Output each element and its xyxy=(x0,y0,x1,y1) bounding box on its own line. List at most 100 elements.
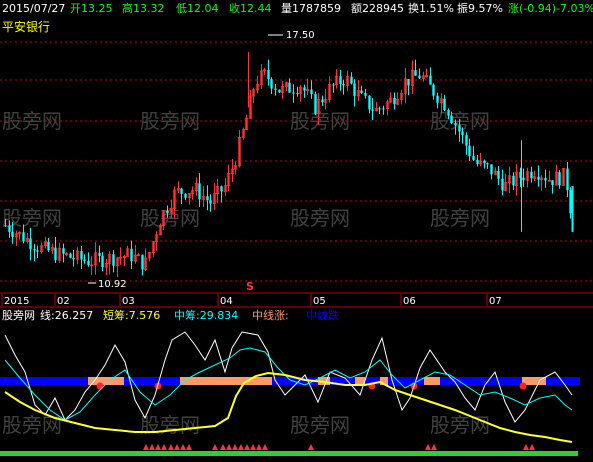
candle-body xyxy=(432,84,435,96)
signal-triangle xyxy=(186,444,192,450)
status-bar xyxy=(0,377,580,385)
candle-body xyxy=(551,180,554,186)
candle-body xyxy=(447,110,450,116)
signal-triangle xyxy=(155,444,161,450)
stock-chart-canvas[interactable]: 2015/07/27 开13.25 高13.32 低12.04 收12.44 量… xyxy=(0,0,593,462)
status-bar-segment xyxy=(424,377,440,385)
candle-body xyxy=(429,75,432,85)
header-close: 收12.44 xyxy=(229,1,272,15)
watermark-text: 股旁网 xyxy=(430,413,490,437)
time-label: 03 xyxy=(122,296,135,307)
signal-triangle xyxy=(149,444,155,450)
candle-body xyxy=(69,253,72,258)
watermark-text: 股旁网 xyxy=(2,206,62,230)
indicator-name: 股旁网 xyxy=(2,308,35,322)
candle-body xyxy=(8,225,11,232)
signal-triangle xyxy=(161,444,167,450)
watermark-text: 股旁网 xyxy=(290,413,350,437)
baseline-bar xyxy=(0,451,578,456)
candle-body xyxy=(461,131,464,136)
candle-body xyxy=(522,177,525,181)
candle-body xyxy=(314,94,317,114)
candle-body xyxy=(497,171,500,179)
candle-body xyxy=(22,232,25,242)
watermark-text: 股旁网 xyxy=(140,109,200,133)
header-row: 2015/07/27 开13.25 高13.32 低12.04 收12.44 量… xyxy=(2,1,593,15)
candle-body xyxy=(569,190,572,214)
candle-body xyxy=(80,251,83,260)
candle-body xyxy=(342,84,345,86)
annotation-high: 17.50 xyxy=(268,30,315,41)
header-open: 开13.25 xyxy=(70,2,113,15)
candle-body xyxy=(209,200,212,204)
candle-body xyxy=(206,196,209,201)
header-amount: 额228945 xyxy=(351,2,404,15)
time-label: 06 xyxy=(403,296,416,307)
candle-body xyxy=(332,84,335,86)
candle-body xyxy=(288,82,291,93)
signal-triangle xyxy=(529,444,535,450)
time-label: 04 xyxy=(220,296,233,307)
candle-body xyxy=(454,123,457,126)
candle-body xyxy=(198,183,201,200)
candle-body xyxy=(486,163,489,165)
signal-triangle xyxy=(238,444,244,450)
time-label: 07 xyxy=(489,296,502,307)
signal-triangle xyxy=(232,444,238,450)
signal-triangle xyxy=(174,444,180,450)
watermark-text: 股旁网 xyxy=(2,109,62,133)
candle-body xyxy=(54,247,57,261)
candle-body xyxy=(184,193,187,198)
indicator-line5: 中线跌 xyxy=(306,308,339,322)
candle-body xyxy=(501,178,504,191)
candle-body xyxy=(321,99,324,103)
candle-body xyxy=(296,92,299,94)
candle-body xyxy=(472,156,475,160)
signal-triangle xyxy=(143,444,149,450)
candle-body xyxy=(483,160,486,164)
header-amplitude: 振9.57% xyxy=(457,1,503,15)
candle-body xyxy=(450,115,453,124)
candle-body xyxy=(47,241,50,251)
signal-triangle xyxy=(212,444,218,450)
candle-body xyxy=(382,108,385,110)
candle-body xyxy=(83,259,86,261)
candle-body xyxy=(368,95,371,110)
watermark-text: 股旁网 xyxy=(140,413,200,437)
candle-body xyxy=(530,171,533,179)
watermark-text: 股旁网 xyxy=(430,206,490,230)
candle-body xyxy=(220,186,223,192)
time-label: 02 xyxy=(57,296,70,307)
candle-body xyxy=(490,164,493,175)
annotation-low: 10.92 xyxy=(88,279,127,290)
header-volume: 量1787859 xyxy=(281,2,341,15)
price-grid xyxy=(0,41,593,282)
candle-body xyxy=(544,178,547,181)
signal-triangle xyxy=(425,444,431,450)
indicator-line2: 短筹:7.576 xyxy=(103,308,160,322)
header-low: 低12.04 xyxy=(176,2,219,15)
candlestick-series xyxy=(4,51,574,278)
indicator-legend: 股旁网 线:26.257 短筹:7.576 中筹:29.834 中线涨: 中线跌 xyxy=(2,308,339,322)
signal-dot xyxy=(519,382,527,390)
candle-body xyxy=(476,159,479,164)
candle-body xyxy=(443,98,446,111)
signal-triangle xyxy=(168,444,174,450)
header-turnover: 换1.51% xyxy=(408,1,454,15)
signal-dot xyxy=(96,382,104,390)
candle-body xyxy=(270,79,273,89)
signal-triangle xyxy=(431,444,437,450)
indicator-line1: 线:26.257 xyxy=(40,308,93,322)
candle-body xyxy=(274,88,277,90)
candle-body xyxy=(278,89,281,93)
candle-body xyxy=(29,238,32,250)
candle-body xyxy=(62,248,65,254)
candle-body xyxy=(130,248,133,262)
annotation-low-label: 10.92 xyxy=(98,279,127,290)
header-date: 2015/07/27 xyxy=(2,2,65,15)
candle-body xyxy=(141,254,144,270)
candle-body xyxy=(414,70,417,76)
candle-body xyxy=(468,145,471,157)
candle-body xyxy=(360,90,363,93)
candle-body xyxy=(36,250,39,252)
